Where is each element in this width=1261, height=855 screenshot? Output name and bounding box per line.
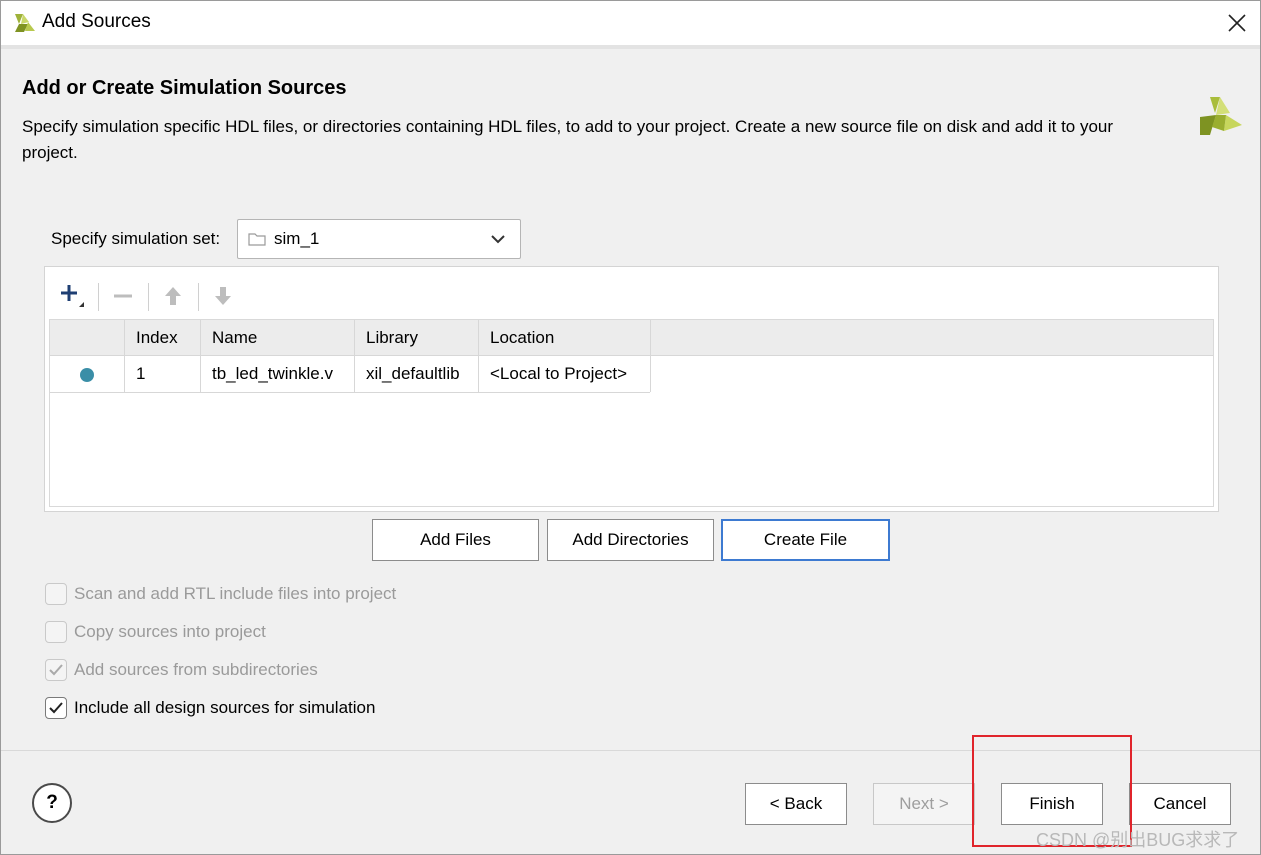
chevron-down-icon	[491, 235, 505, 244]
library-cell: xil_defaultlib	[355, 356, 479, 392]
close-icon	[1228, 14, 1246, 32]
add-sources-dialog: Add Sources Add or Create Simulation Sou…	[0, 0, 1261, 855]
add-subdirectories-checkbox[interactable]	[45, 659, 67, 681]
simulation-set-dropdown[interactable]: sim_1	[237, 219, 521, 259]
watermark: CSDN @别出BUG求求了	[1036, 830, 1240, 850]
page-description: Specify simulation specific HDL files, o…	[22, 117, 1114, 162]
column-header-location[interactable]: Location	[479, 320, 651, 356]
copy-sources-checkbox[interactable]	[45, 621, 67, 643]
move-up-button[interactable]	[156, 279, 190, 313]
column-header-index[interactable]: Index	[125, 320, 201, 356]
move-down-button[interactable]	[206, 279, 240, 313]
window-title: Add Sources	[42, 11, 151, 32]
arrow-down-icon	[215, 287, 231, 305]
checkmark-icon	[49, 664, 63, 676]
column-header-status[interactable]	[50, 320, 125, 356]
scan-rtl-include-checkbox[interactable]	[45, 583, 67, 605]
checkmark-icon	[49, 702, 63, 714]
table-row[interactable]: 1 tb_led_twinkle.v xil_defaultlib <Local…	[50, 356, 651, 393]
status-indicator-icon	[80, 368, 94, 382]
include-design-sources-checkbox[interactable]	[45, 697, 67, 719]
title-bar: Add Sources	[1, 1, 1260, 45]
remove-source-button[interactable]	[106, 279, 140, 313]
status-cell	[50, 356, 125, 392]
sources-panel: Index Name Library Location 1 tb_led_twi…	[44, 266, 1219, 512]
page-title: Add or Create Simulation Sources	[22, 77, 347, 99]
close-button[interactable]	[1221, 7, 1253, 39]
copy-sources-label: Copy sources into project	[74, 622, 266, 641]
add-source-button[interactable]	[55, 279, 89, 313]
sources-toolbar	[49, 271, 1214, 319]
column-header-library[interactable]: Library	[355, 320, 479, 356]
title-separator	[1, 45, 1260, 49]
index-cell: 1	[125, 356, 201, 392]
toolbar-divider	[198, 283, 199, 311]
location-cell: <Local to Project>	[479, 356, 651, 392]
simulation-set-value: sim_1	[274, 229, 320, 248]
cancel-button[interactable]: Cancel	[1129, 783, 1231, 825]
scan-rtl-include-label: Scan and add RTL include files into proj…	[74, 584, 397, 603]
include-design-sources-label: Include all design sources for simulatio…	[74, 698, 376, 717]
arrow-up-icon	[165, 287, 181, 305]
add-directories-button[interactable]: Add Directories	[547, 519, 714, 561]
vivado-logo-icon	[1200, 97, 1242, 135]
table-header: Index Name Library Location	[50, 320, 1213, 356]
plus-icon	[61, 285, 84, 307]
simulation-set-label: Specify simulation set:	[51, 229, 221, 248]
add-files-button[interactable]: Add Files	[372, 519, 539, 561]
vivado-logo-icon	[15, 14, 35, 32]
minus-icon	[114, 294, 132, 298]
toolbar-divider	[148, 283, 149, 311]
add-subdirectories-label: Add sources from subdirectories	[74, 660, 318, 679]
toolbar-divider	[98, 283, 99, 311]
back-button[interactable]: < Back	[745, 783, 847, 825]
help-button[interactable]: ?	[32, 783, 72, 823]
next-button[interactable]: Next >	[873, 783, 975, 825]
sources-table: Index Name Library Location 1 tb_led_twi…	[49, 319, 1214, 507]
create-file-button[interactable]: Create File	[721, 519, 890, 561]
name-cell: tb_led_twinkle.v	[201, 356, 355, 392]
folder-icon	[248, 233, 266, 246]
column-header-name[interactable]: Name	[201, 320, 355, 356]
